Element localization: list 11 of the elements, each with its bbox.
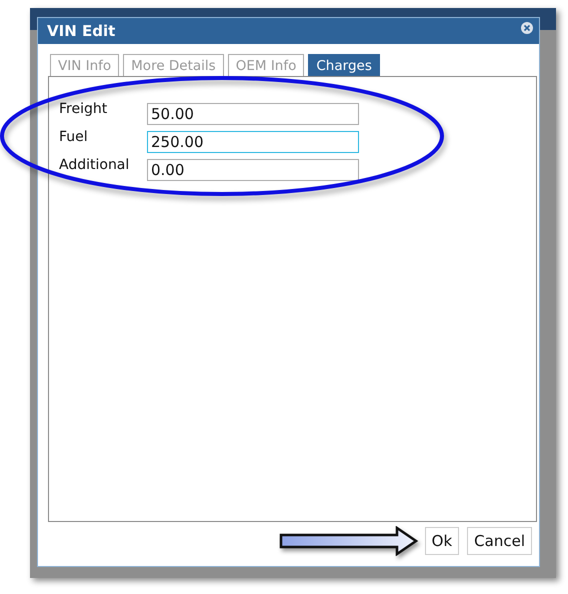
input-field[interactable]: 250.00 — [147, 131, 359, 153]
field-label: Fuel — [59, 129, 89, 145]
tab[interactable]: Charges — [308, 54, 380, 76]
dialog-title: VIN Edit — [47, 22, 116, 40]
dialog-button[interactable]: Cancel — [467, 527, 532, 555]
input-field[interactable]: 50.00 — [147, 103, 359, 125]
field-label: Freight — [59, 101, 108, 117]
dialog-button[interactable]: Ok — [424, 527, 460, 555]
close-icon[interactable] — [521, 22, 533, 34]
field-label: Additional — [59, 157, 130, 173]
input-field[interactable]: 0.00 — [147, 159, 359, 181]
